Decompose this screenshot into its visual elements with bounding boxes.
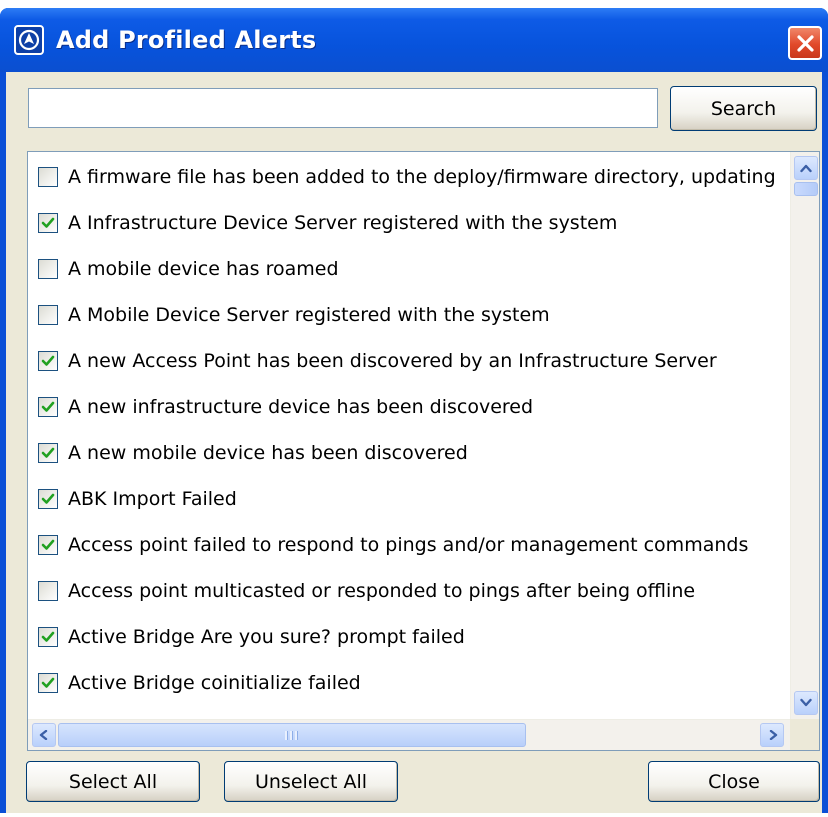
alert-label: Active Bridge coinitialize failed — [68, 672, 361, 694]
alert-list-item[interactable]: A new Access Point has been discovered b… — [28, 338, 790, 384]
horizontal-scrollbar[interactable] — [28, 719, 790, 750]
chevron-down-icon — [800, 698, 812, 707]
alert-checkbox[interactable] — [38, 443, 58, 463]
window-title: Add Profiled Alerts — [56, 26, 317, 54]
alert-list-item[interactable]: A Infrastructure Device Server registere… — [28, 200, 790, 246]
close-icon — [797, 35, 814, 52]
scroll-left-button[interactable] — [32, 723, 56, 747]
checkmark-icon — [41, 677, 55, 688]
search-button[interactable]: Search — [670, 86, 817, 131]
alert-checkbox[interactable] — [38, 213, 58, 233]
alert-label: A Mobile Device Server registered with t… — [68, 304, 550, 326]
alert-list-item[interactable]: Active Bridge Are you sure? prompt faile… — [28, 614, 790, 660]
alert-list-item[interactable]: ABK Import Failed — [28, 476, 790, 522]
alerts-list-viewport: A firmware file has been added to the de… — [28, 152, 790, 719]
close-window-button[interactable] — [788, 26, 822, 60]
alert-label: A firmware file has been added to the de… — [68, 166, 776, 188]
alert-checkbox[interactable] — [38, 535, 58, 555]
scroll-right-button[interactable] — [760, 723, 784, 747]
alert-checkbox[interactable] — [38, 259, 58, 279]
checkmark-icon — [41, 631, 55, 642]
checkmark-icon — [41, 493, 55, 504]
scrollbar-corner — [790, 719, 819, 750]
close-button[interactable]: Close — [648, 761, 820, 802]
checkmark-icon — [41, 447, 55, 458]
alert-checkbox[interactable] — [38, 167, 58, 187]
chevron-up-icon — [800, 164, 812, 173]
alert-list-item[interactable]: A new mobile device has been discovered — [28, 430, 790, 476]
grip-icon — [285, 731, 301, 740]
alert-label: ABK Import Failed — [68, 488, 237, 510]
alert-checkbox[interactable] — [38, 627, 58, 647]
alert-list-item[interactable]: Access point failed to respond to pings … — [28, 522, 790, 568]
alert-label: A new Access Point has been discovered b… — [68, 350, 717, 372]
scroll-down-button[interactable] — [794, 691, 818, 715]
alert-label: Access point failed to respond to pings … — [68, 534, 749, 556]
alert-list-item[interactable]: A firmware file has been added to the de… — [28, 154, 790, 200]
alert-list-item[interactable]: Access point multicasted or responded to… — [28, 568, 790, 614]
alert-checkbox[interactable] — [38, 305, 58, 325]
checkmark-icon — [41, 539, 55, 550]
horizontal-scroll-thumb[interactable] — [58, 723, 526, 747]
vertical-scroll-thumb[interactable] — [794, 182, 818, 196]
alerts-list[interactable]: A firmware file has been added to the de… — [27, 151, 820, 751]
dialog-body: Search A firmware file has been added to… — [6, 72, 822, 813]
scroll-up-button[interactable] — [794, 156, 818, 180]
vertical-scrollbar[interactable] — [790, 152, 819, 719]
alert-list-item[interactable]: A mobile device has roamed — [28, 246, 790, 292]
alert-checkbox[interactable] — [38, 397, 58, 417]
alert-checkbox[interactable] — [38, 673, 58, 693]
alert-label: A Infrastructure Device Server registere… — [68, 212, 618, 234]
alert-list-item[interactable]: A new infrastructure device has been dis… — [28, 384, 790, 430]
checkmark-icon — [41, 355, 55, 366]
alert-list-item[interactable]: A Mobile Device Server registered with t… — [28, 292, 790, 338]
alert-label: Active Bridge Are you sure? prompt faile… — [68, 626, 465, 648]
chevron-right-icon — [769, 730, 778, 740]
checkmark-icon — [41, 401, 55, 412]
checkmark-icon — [41, 217, 55, 228]
alert-label: Access point multicasted or responded to… — [68, 580, 696, 602]
alert-list-item[interactable]: Active Bridge coinitialize failed — [28, 660, 790, 706]
alert-checkbox[interactable] — [38, 489, 58, 509]
unselect-all-button[interactable]: Unselect All — [224, 761, 398, 802]
alert-label: A new mobile device has been discovered — [68, 442, 468, 464]
select-all-button[interactable]: Select All — [26, 761, 200, 802]
search-input[interactable] — [28, 88, 658, 128]
alert-label: A mobile device has roamed — [68, 258, 339, 280]
title-bar[interactable]: Add Profiled Alerts — [0, 8, 828, 72]
app-logo-icon — [14, 25, 44, 55]
alert-checkbox[interactable] — [38, 351, 58, 371]
chevron-left-icon — [39, 730, 48, 740]
alert-label: A new infrastructure device has been dis… — [68, 396, 534, 418]
dialog-window: Add Profiled Alerts Search A firmware fi… — [0, 8, 828, 813]
alert-checkbox[interactable] — [38, 581, 58, 601]
